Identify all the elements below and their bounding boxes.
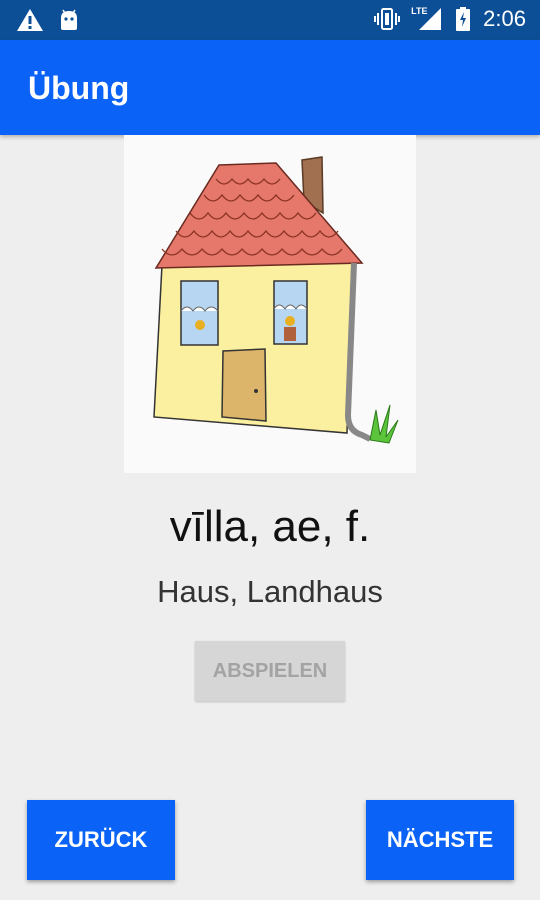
battery-icon	[455, 6, 471, 32]
network-type-label: LTE	[411, 6, 428, 16]
vocabulary-word: vīlla, ae, f.	[169, 502, 371, 551]
back-button[interactable]: ZURÜCK	[27, 800, 175, 880]
clock: 2:06	[483, 6, 526, 31]
status-bar: LTE 2:06	[0, 0, 540, 40]
vibrate-icon	[373, 6, 401, 32]
word-translation: Haus, Landhaus	[157, 574, 383, 609]
play-audio-button[interactable]: ABSPIELEN	[195, 641, 345, 701]
signal-icon: LTE	[411, 6, 443, 32]
warning-icon	[16, 8, 44, 32]
page-title: Übung	[28, 70, 130, 106]
next-button[interactable]: NÄCHSTE	[366, 800, 514, 880]
app-bar: Übung	[0, 40, 540, 135]
house-illustration	[124, 135, 416, 473]
android-icon	[58, 8, 80, 32]
